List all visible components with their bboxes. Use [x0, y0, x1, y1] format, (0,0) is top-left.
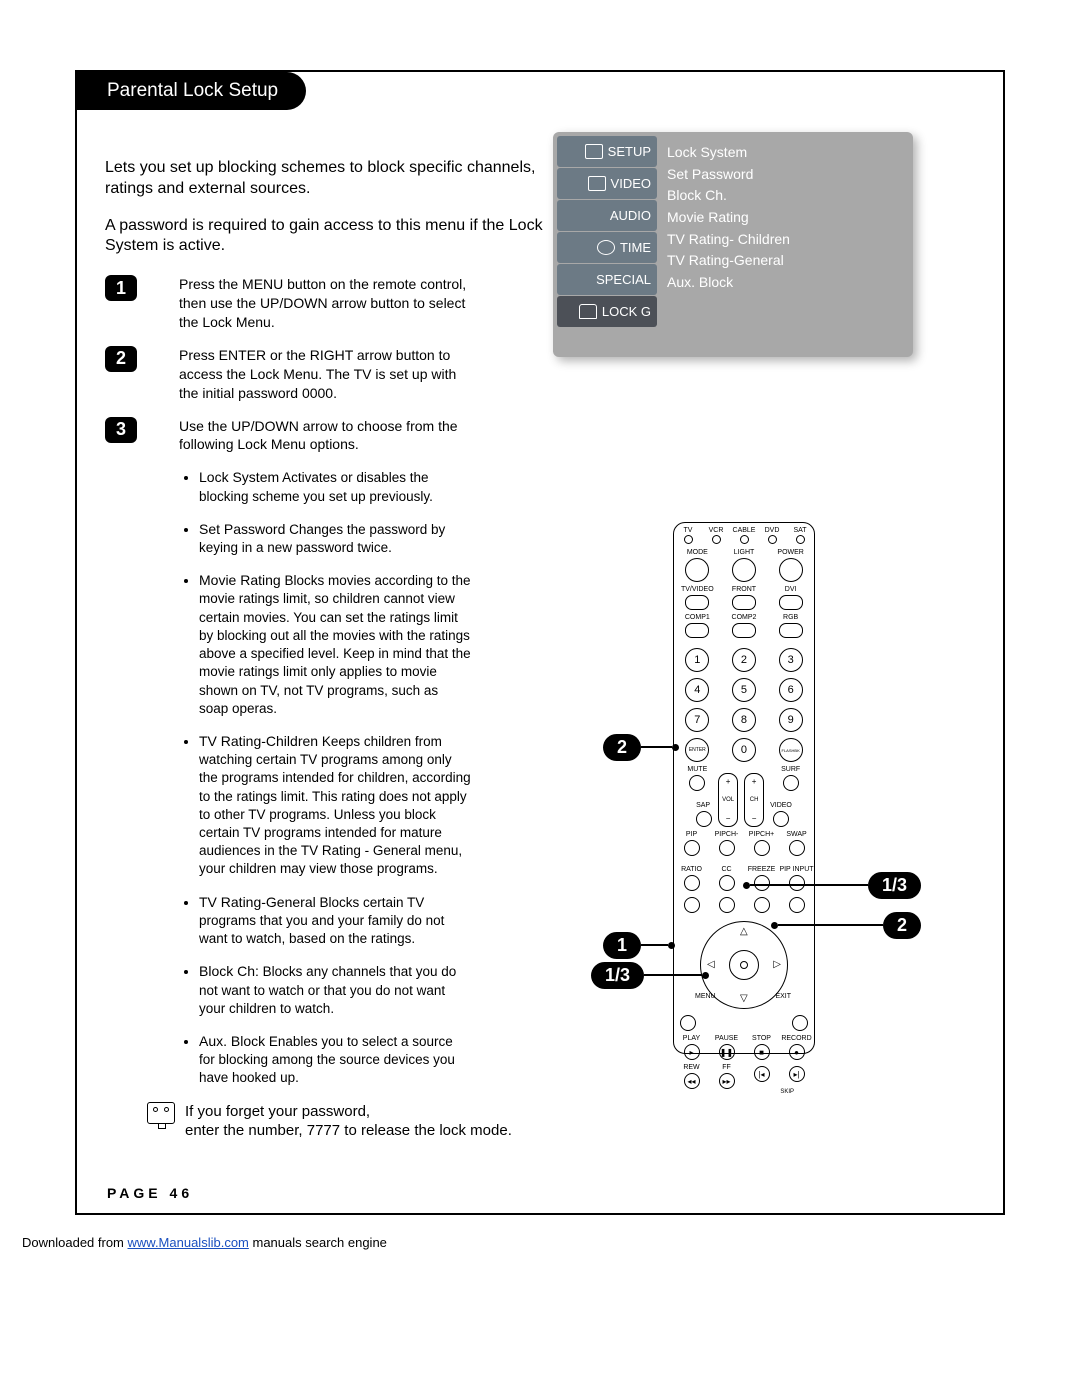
osd-item: TV Rating- Children: [667, 229, 903, 251]
arrow-up-icon: △: [740, 926, 748, 937]
enter-button: ENTER: [685, 738, 709, 762]
pause-button: ❚❚: [719, 1044, 735, 1060]
callout-1-menu: 1: [603, 930, 675, 960]
password-note: If you forget your password, enter the n…: [147, 1102, 975, 1141]
osd-tab-video: VIDEO: [557, 168, 657, 199]
intro-block: Lets you set up blocking schemes to bloc…: [105, 158, 575, 257]
step-number: 1: [105, 275, 137, 301]
page-frame: Parental Lock Setup Lets you set up bloc…: [75, 70, 1005, 1215]
osd-item: Set Password: [667, 164, 903, 186]
osd-menu: SETUP VIDEO AUDIO TIME SPECIAL LOCK G Lo…: [553, 132, 913, 357]
list-item: Aux. Block Enables you to select a sourc…: [199, 1032, 471, 1088]
step-text: Use the UP/DOWN arrow to choose from the…: [179, 417, 469, 455]
list-item: TV Rating-General Blocks certain TV prog…: [199, 893, 471, 949]
callout-1-3-down: 1/3: [591, 960, 709, 990]
osd-item: TV Rating-General: [667, 250, 903, 272]
lock-icon: [579, 304, 597, 319]
ff-button: ▸▸: [719, 1073, 735, 1089]
num-7: 7: [685, 708, 709, 732]
osd-tab-time: TIME: [557, 232, 657, 263]
intro-p1: Lets you set up blocking schemes to bloc…: [105, 158, 575, 200]
callout-1-3-up: 1/3: [743, 870, 921, 900]
num-2: 2: [732, 648, 756, 672]
osd-item: Movie Rating: [667, 207, 903, 229]
play-button: ▸: [684, 1044, 700, 1060]
num-0: 0: [732, 738, 756, 762]
list-item: Lock System Activates or disables the bl…: [199, 468, 471, 505]
lock-options-list: Lock System Activates or disables the bl…: [179, 468, 471, 1087]
menu-label: MENU: [695, 993, 716, 1000]
num-3: 3: [779, 648, 803, 672]
record-button: ●: [789, 1044, 805, 1060]
rewind-button: ◂◂: [684, 1073, 700, 1089]
manualslib-link[interactable]: www.Manualslib.com: [128, 1235, 249, 1250]
exit-label: EXIT: [775, 993, 791, 1000]
num-9: 9: [779, 708, 803, 732]
screen-icon: [588, 176, 606, 191]
callout-2-enter: 2: [603, 732, 679, 762]
osd-items: Lock System Set Password Block Ch. Movie…: [657, 132, 913, 357]
osd-tabs: SETUP VIDEO AUDIO TIME SPECIAL LOCK G: [553, 132, 657, 357]
tv-icon: [147, 1102, 175, 1124]
list-item: Set Password Changes the password by key…: [199, 520, 471, 557]
osd-tab-audio: AUDIO: [557, 200, 657, 231]
arrow-down-icon: ▽: [740, 993, 748, 1004]
skip-back-button: |◂: [754, 1066, 770, 1082]
num-5: 5: [732, 678, 756, 702]
num-8: 8: [732, 708, 756, 732]
note-text: If you forget your password, enter the n…: [185, 1102, 512, 1141]
ch-rocker: +CH−: [744, 773, 764, 827]
flashback-button: FLASHBK: [779, 738, 803, 762]
wrench-icon: [585, 144, 603, 159]
remote-diagram: TV VCR CABLE DVD SAT MODE LIGHT POWER TV…: [543, 522, 923, 1082]
exit-button: [792, 1015, 808, 1031]
clock-icon: [597, 240, 615, 255]
step-3: 3 Use the UP/DOWN arrow to choose from t…: [105, 417, 975, 455]
skip-fwd-button: ▸|: [789, 1066, 805, 1082]
stop-button: ■: [754, 1044, 770, 1060]
step-text: Press the MENU button on the remote cont…: [179, 275, 469, 332]
page-title: Parental Lock Setup: [77, 72, 306, 110]
light-button: [732, 558, 756, 582]
remote-top-row: TV VCR CABLE DVD SAT: [674, 527, 814, 545]
mode-button: [685, 558, 709, 582]
menu-button: [680, 1015, 696, 1031]
osd-tab-special: SPECIAL: [557, 264, 657, 295]
download-footer: Downloaded from www.Manualslib.com manua…: [22, 1235, 1080, 1250]
dpad-ok: [729, 950, 759, 980]
osd-tab-lock: LOCK G: [557, 296, 657, 327]
osd-item: Lock System: [667, 142, 903, 164]
num-4: 4: [685, 678, 709, 702]
intro-p2: A password is required to gain access to…: [105, 216, 575, 258]
arrow-right-icon: ▷: [773, 959, 781, 970]
step-number: 2: [105, 346, 137, 372]
osd-tab-setup: SETUP: [557, 136, 657, 167]
step-text: Press ENTER or the RIGHT arrow button to…: [179, 346, 469, 403]
osd-item: Aux. Block: [667, 272, 903, 294]
vol-rocker: +VOL−: [718, 773, 738, 827]
power-button: [779, 558, 803, 582]
list-item: Movie Rating Blocks movies according to …: [199, 571, 471, 718]
callout-2-right: 2: [771, 910, 921, 940]
osd-item: Block Ch.: [667, 185, 903, 207]
list-item: TV Rating-Children Keeps children from w…: [199, 732, 471, 879]
page-number: PAGE 46: [107, 1185, 193, 1201]
step-number: 3: [105, 417, 137, 443]
num-1: 1: [685, 648, 709, 672]
list-item: Block Ch: Blocks any channels that you d…: [199, 962, 471, 1018]
num-6: 6: [779, 678, 803, 702]
